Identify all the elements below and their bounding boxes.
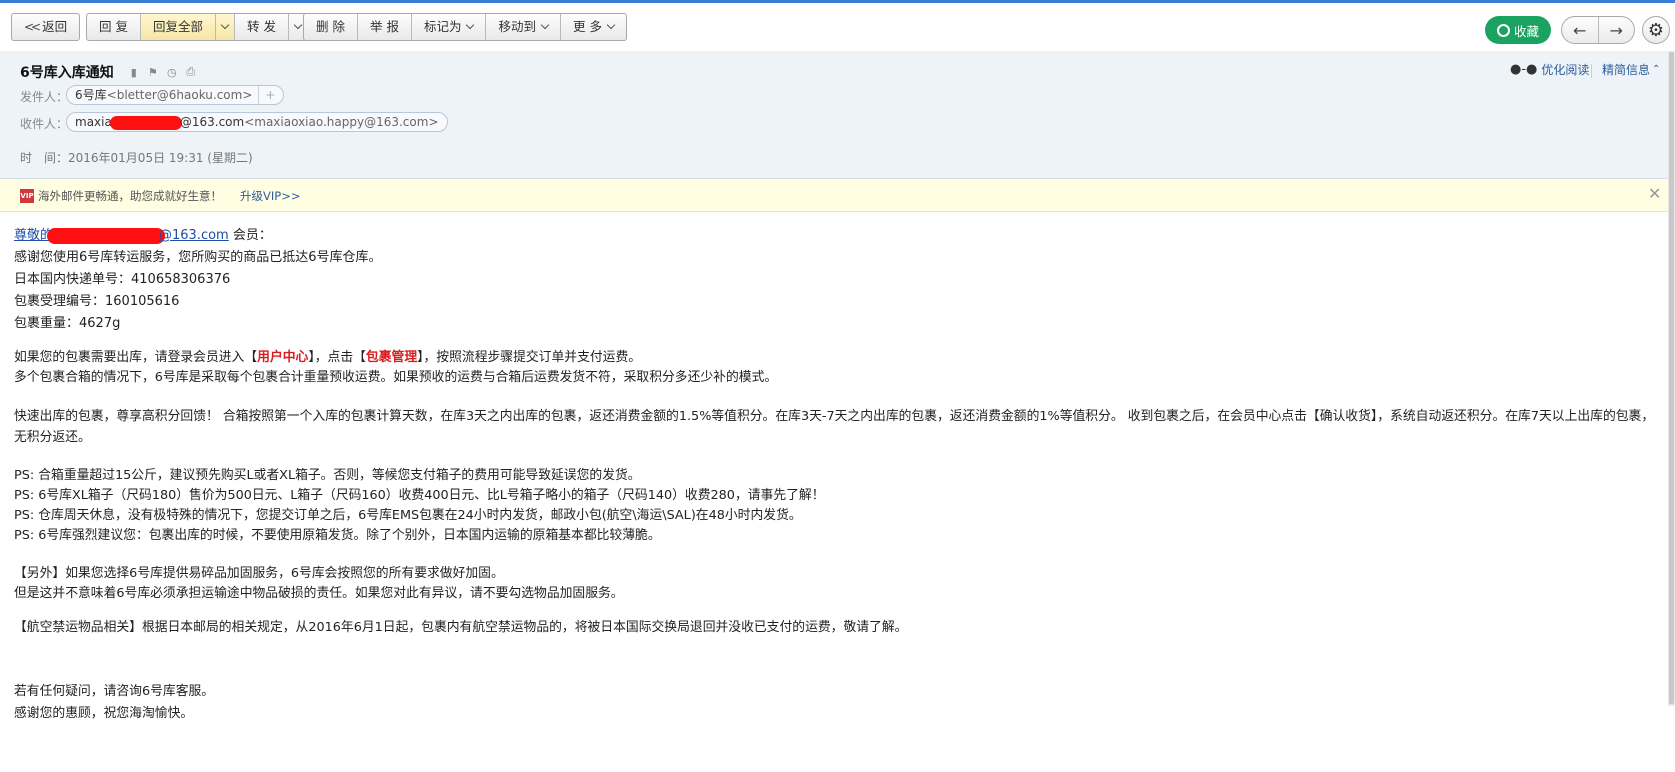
body-line: 若有任何疑问，请咨询6号库客服。	[14, 684, 215, 699]
vip-promo-text: 海外邮件更畅通，助您成就好生意！	[38, 189, 222, 203]
favorite-icon	[1496, 23, 1510, 37]
vip-promo-bar: VIP 海外邮件更畅通，助您成就好生意！ 升级VIP>> ✕	[0, 180, 1675, 212]
report-button[interactable]: 举 报	[358, 14, 412, 40]
mail-subject: 6号库入库通知	[20, 65, 114, 81]
more-button[interactable]: 更 多	[561, 14, 626, 40]
vip-badge-icon: VIP	[20, 189, 34, 203]
ps-line: PS: 仓库周天休息，没有极特殊的情况下，您提交订单之后，6号库EMS包裹在24…	[14, 508, 802, 523]
greeting-line: 尊敬的 @163.com 会员：	[14, 227, 272, 244]
sent-time: 时 间：2016年01月05日 19:31 (星期二)	[20, 151, 253, 165]
print-icon[interactable]: ⎙	[185, 65, 197, 78]
tracking-number: 日本国内快递单号：410658306376	[14, 272, 231, 287]
body-line: 感谢您的惠顾，祝您海淘愉快。	[14, 706, 194, 721]
reply-group: 回 复 回复全部 转 发	[86, 13, 308, 41]
action-group: 删 除 举 报 标记为 移动到 更 多	[303, 13, 627, 41]
body-line: 如果您的包裹需要出库，请登录会员进入【用户中心】，点击【包裹管理】，按照流程步骤…	[14, 350, 642, 365]
clock-icon[interactable]: ◷	[166, 66, 178, 79]
sender-chip[interactable]: 6号库<bletter@6haoku.com> +	[66, 85, 285, 105]
back-arrow-icon: <<	[24, 20, 41, 34]
recipient-chip[interactable]: maxia @163.com<maxiaoxiao.happy@163.com>	[66, 112, 448, 132]
delete-button[interactable]: 删 除	[304, 14, 358, 40]
body-line: 【另外】如果您选择6号库提供易碎品加固服务，6号库会按照您的所有要求做好加固。	[14, 566, 504, 581]
body-line: 【航空禁运物品相关】根据日本邮局的相关规定，从2016年6月1日起，包裹内有航空…	[14, 620, 908, 635]
close-icon[interactable]: ✕	[1648, 184, 1661, 203]
reply-all-dropdown[interactable]	[216, 14, 235, 40]
upgrade-vip-link[interactable]: 升级VIP>>	[240, 188, 300, 204]
back-button[interactable]: << 返回	[12, 14, 79, 40]
mark-as-button[interactable]: 标记为	[412, 14, 487, 40]
chevron-down-icon	[606, 20, 616, 30]
to-label: 收件人：	[20, 117, 69, 131]
mail-nav: ← →	[1561, 16, 1635, 44]
redaction-mark	[47, 227, 166, 244]
reply-all-button[interactable]: 回复全部	[140, 14, 216, 40]
optimize-read-link[interactable]: ●-● 优化阅读	[1510, 61, 1589, 78]
scrollbar-thumb[interactable]	[1669, 52, 1674, 704]
settings-gear-icon[interactable]: ⚙	[1642, 16, 1670, 44]
chevron-down-icon	[220, 20, 230, 30]
next-mail-arrow-icon[interactable]: →	[1599, 17, 1635, 43]
subject-row: 6号库入库通知 ▮ ⚑ ◷ ⎙	[20, 62, 204, 82]
package-weight: 包裹重量：4627g	[14, 316, 121, 331]
ps-line: PS: 合箱重量超过15公斤，建议预先购买L或者XL箱子。否则，等候您支付箱子的…	[14, 468, 641, 483]
mail-toolbar: << 返回 回 复 回复全部 转 发 删 除 举 报 标记为 移动到 更 多 收…	[0, 3, 1675, 51]
chevron-down-icon	[293, 20, 303, 30]
body-paragraph: 快速出库的包裹，尊享高积分回馈！ 合箱按照第一个入库的包裹计算天数，在库3天之内…	[14, 409, 1655, 445]
reply-button[interactable]: 回 复	[87, 14, 141, 40]
mail-header: 6号库入库通知 ▮ ⚑ ◷ ⎙ 发件人： 6号库<bletter@6haoku.…	[0, 51, 1675, 179]
brief-info-link[interactable]: 精简信息 ⌃	[1602, 61, 1660, 78]
redaction-mark	[109, 115, 182, 130]
body-line: 多个包裹合箱的情况下，6号库是采取每个包裹合计重量预收运费。如果预收的运费与合箱…	[14, 370, 778, 385]
flag-icon[interactable]: ⚑	[147, 66, 159, 79]
favorite-button[interactable]: 收藏	[1485, 16, 1551, 44]
package-id: 包裹受理编号：160105616	[14, 294, 180, 309]
ps-line: PS: 6号库强烈建议您：包裹出库的时候，不要使用原箱发货。除了个别外，日本国内…	[14, 528, 661, 543]
ps-line: PS: 6号库XL箱子（尺码180）售价为500日元、L箱子（尺码160）收费4…	[14, 488, 825, 503]
glasses-icon: ●-●	[1510, 62, 1538, 77]
bookmark-icon[interactable]: ▮	[128, 66, 140, 79]
chevron-down-icon	[466, 20, 475, 30]
move-to-button[interactable]: 移动到	[486, 14, 561, 40]
back-group: << 返回	[11, 13, 81, 41]
body-line: 感谢您使用6号库转运服务，您所购买的商品已抵达6号库仓库。	[14, 250, 382, 265]
from-label: 发件人：	[20, 90, 69, 104]
prev-mail-arrow-icon[interactable]: ←	[1562, 17, 1599, 43]
body-line: 但是这并不意味着6号库必须承担运输途中物品破损的责任。如果您对此有异议，请不要勾…	[14, 586, 624, 601]
forward-button[interactable]: 转 发	[235, 14, 289, 40]
add-contact-plus-icon[interactable]: +	[258, 86, 275, 104]
chevron-up-icon: ⌃	[1652, 64, 1661, 75]
member-email-link[interactable]: 尊敬的 @163.com	[14, 227, 229, 244]
divider	[1591, 64, 1592, 78]
chevron-down-icon	[540, 20, 550, 30]
